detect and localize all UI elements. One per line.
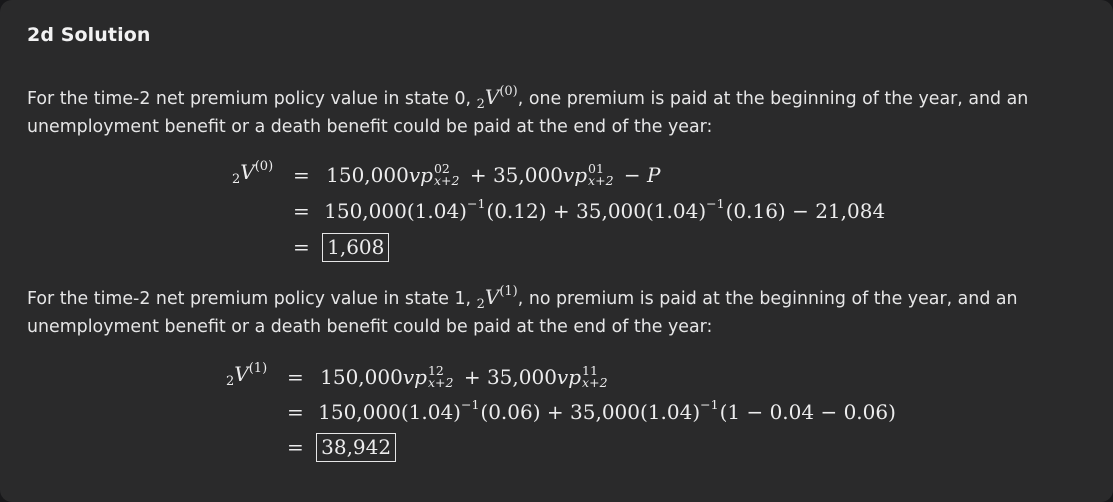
inline-math-v1: 2V(1) bbox=[476, 284, 518, 312]
result-box: 38,942 bbox=[316, 433, 397, 462]
solution-card: 2d Solution For the time-2 net premium p… bbox=[0, 0, 1113, 502]
equation-line-3: = 1,608 bbox=[293, 233, 390, 262]
paragraph-state-1: For the time-2 net premium policy value … bbox=[27, 284, 1087, 340]
result-box: 1,608 bbox=[322, 233, 390, 262]
equation-line-2: = 150,000(1.04)−1(0.12) + 35,000(1.04)−1… bbox=[293, 196, 886, 223]
section-title: 2d Solution bbox=[27, 24, 151, 46]
equation-line-2: = 150,000(1.04)−1(0.06) + 35,000(1.04)−1… bbox=[287, 397, 896, 424]
equation-line-3: = 38,942 bbox=[287, 433, 397, 462]
equation-line-1: = 150,000vp 12 x+2 + 35,000vp 11 x+2 bbox=[287, 362, 608, 390]
equation-line-1: = 150,000vp 02 x+2 + 35,000vp 01 x+2 − P bbox=[293, 160, 661, 188]
equation-lhs: 2V(1) bbox=[226, 361, 268, 389]
paragraph-text: For the time-2 net premium policy value … bbox=[27, 289, 477, 309]
paragraph-state-0: For the time-2 net premium policy value … bbox=[27, 84, 1087, 140]
paragraph-text: For the time-2 net premium policy value … bbox=[27, 89, 477, 109]
inline-math-v0: 2V(0) bbox=[476, 84, 518, 112]
equation-lhs: 2V(0) bbox=[232, 159, 274, 187]
